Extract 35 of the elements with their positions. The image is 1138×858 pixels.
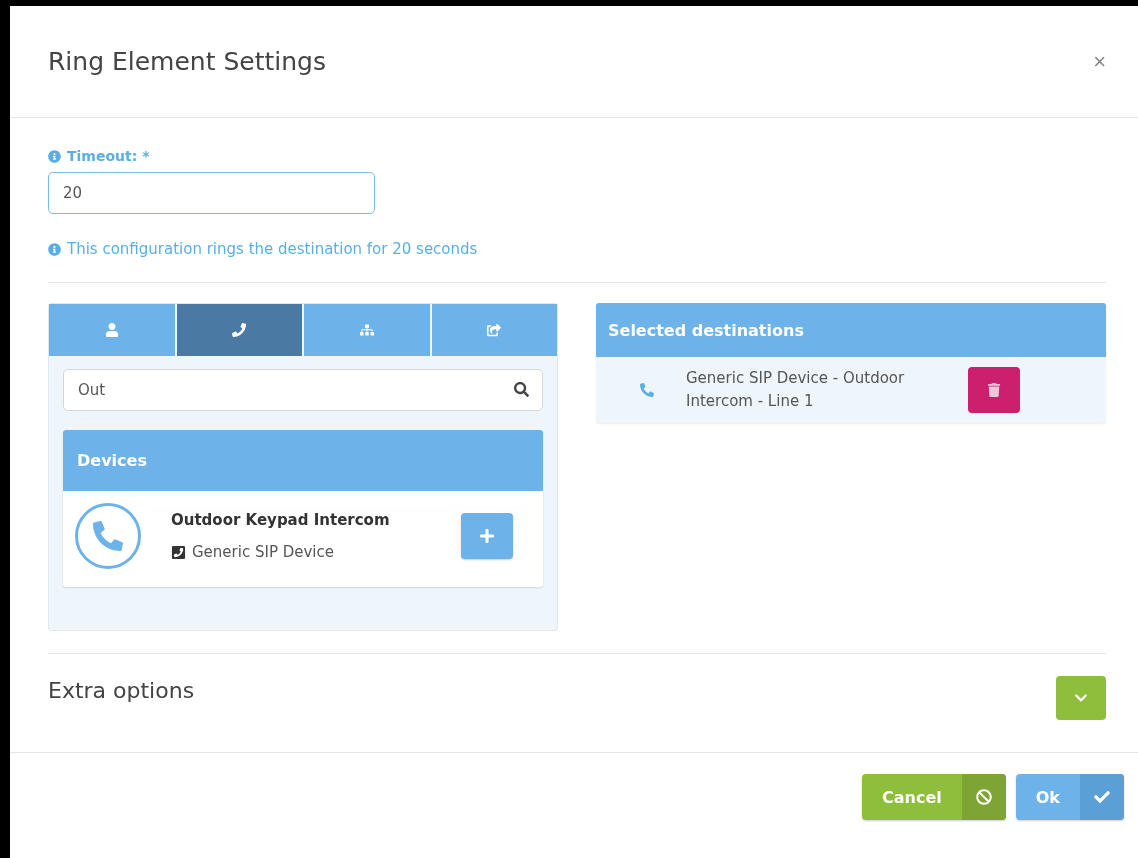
card-title: Devices [77, 451, 147, 470]
tab[interactable] [176, 304, 302, 356]
section-title: Extra options [48, 678, 195, 703]
plus-icon [479, 528, 495, 544]
device-name: Outdoor Keypad Intercom [171, 511, 391, 529]
timeout-hint: This configuration rings the destination for 20 seconds [67, 240, 478, 258]
tab[interactable] [49, 304, 175, 356]
panel-title: Selected destinations [608, 320, 804, 340]
phone-icon [171, 544, 186, 560]
expand-button[interactable] [1056, 676, 1106, 720]
phone-icon [75, 503, 141, 569]
user-icon [104, 323, 119, 337]
add-button[interactable] [461, 513, 513, 559]
tab[interactable] [304, 304, 430, 356]
search-icon [514, 382, 529, 397]
trash-icon [987, 383, 1001, 397]
sitemap-icon [359, 323, 374, 337]
delete-button[interactable] [968, 367, 1020, 413]
share-icon [487, 323, 502, 337]
tab[interactable] [431, 304, 557, 356]
timeout-field[interactable]: 20 [48, 172, 375, 214]
check-icon [1094, 789, 1110, 805]
device-type: Generic SIP Device [192, 543, 334, 561]
phone-icon [232, 323, 247, 337]
info-icon [48, 242, 61, 256]
phone-icon [640, 383, 654, 397]
timeout-label: Timeout: * [67, 148, 150, 164]
close-button[interactable]: × [1093, 48, 1106, 75]
dialog-title: Ring Element Settings [48, 47, 326, 76]
info-icon [48, 149, 61, 163]
ban-icon [975, 789, 992, 805]
search-field[interactable]: Out [63, 369, 543, 411]
cancel-button[interactable]: Cancel [862, 774, 1006, 820]
ok-button[interactable]: Ok [1015, 774, 1124, 820]
destination-label: Generic SIP Device - Outdoor Intercom - Line 1 [686, 368, 906, 412]
